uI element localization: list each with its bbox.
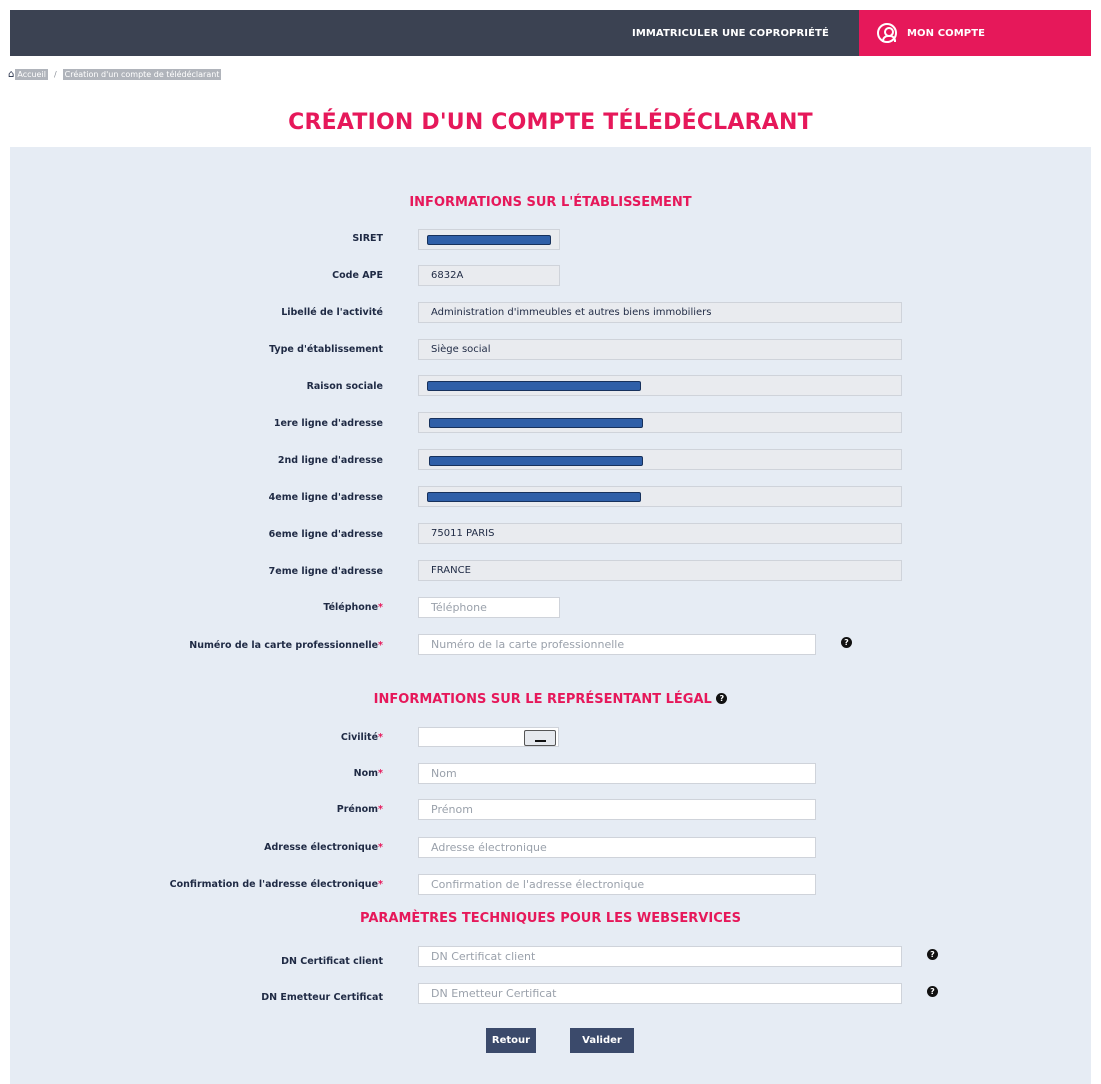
raison-sociale-field (418, 375, 902, 396)
adresse-ligne7-label: 7eme ligne d'adresse (268, 566, 383, 577)
required-mark: * (378, 842, 383, 853)
activite-field: Administration d'immeubles et autres bie… (418, 302, 902, 323)
retour-button[interactable]: Retour (486, 1028, 536, 1053)
raison-sociale-label: Raison sociale (306, 381, 383, 392)
help-icon[interactable]: ? (927, 949, 938, 960)
civilite-select[interactable] (418, 727, 559, 747)
dn-client-label: DN Certificat client (281, 956, 383, 967)
email-confirm-label: Confirmation de l'adresse électronique* (170, 879, 383, 890)
home-icon[interactable]: ⌂ (8, 69, 14, 80)
breadcrumb-current: Création d'un compte de télédéclarant (62, 68, 222, 80)
carte-pro-label: Numéro de la carte professionnelle* (189, 640, 383, 651)
page-title: CRÉATION D'UN COMPTE TÉLÉDÉCLARANT (288, 110, 813, 135)
breadcrumb-separator: / (53, 69, 57, 79)
breadcrumb: ⌂ Accueil / Création d'un compte de télé… (8, 68, 222, 80)
section-title-webservices: PARAMÈTRES TECHNIQUES POUR LES WEBSERVIC… (360, 911, 741, 926)
telephone-label: Téléphone* (323, 602, 383, 613)
required-mark: * (378, 768, 383, 779)
help-icon[interactable]: ? (841, 637, 852, 648)
top-navigation-bar: IMMATRICULER UNE COPROPRIÉTÉ MON COMPTE (10, 10, 1091, 56)
prenom-label: Prénom* (337, 804, 383, 815)
dn-emetteur-label: DN Emetteur Certificat (261, 992, 383, 1003)
dn-emetteur-input[interactable]: DN Emetteur Certificat (418, 983, 902, 1004)
telephone-label-text: Téléphone (323, 602, 379, 613)
nav-immatriculer-link[interactable]: IMMATRICULER UNE COPROPRIÉTÉ (632, 10, 829, 56)
help-icon[interactable]: ? (716, 693, 728, 704)
valider-button[interactable]: Valider (570, 1028, 634, 1053)
nav-account-link[interactable]: MON COMPTE (859, 10, 1091, 56)
adresse-ligne4-label: 4eme ligne d'adresse (268, 492, 383, 503)
nav-account-label: MON COMPTE (907, 27, 986, 39)
civilite-label-text: Civilité (340, 732, 379, 743)
redacted-block (427, 381, 641, 391)
redacted-block (429, 456, 643, 466)
telephone-input[interactable]: Téléphone (418, 597, 560, 618)
required-mark: * (378, 732, 383, 743)
adresse-ligne2-label: 2nd ligne d'adresse (277, 455, 383, 466)
required-mark: * (378, 804, 383, 815)
dropdown-toggle-icon[interactable] (524, 730, 556, 746)
ape-field: 6832A (418, 265, 560, 286)
adresse-ligne6-label: 6eme ligne d'adresse (268, 529, 383, 540)
siret-field (418, 229, 560, 250)
section-title-etablissement: INFORMATIONS SUR L'ÉTABLISSEMENT (409, 195, 692, 210)
adresse-ligne4-field (418, 486, 902, 507)
type-etablissement-label: Type d'établissement (269, 344, 383, 355)
section-title-representant: INFORMATIONS SUR LE REPRÉSENTANT LÉGAL ? (0, 692, 1101, 707)
email-confirm-input[interactable]: Confirmation de l'adresse électronique (418, 874, 816, 895)
required-mark: * (378, 640, 383, 651)
redacted-block (427, 492, 641, 502)
email-label: Adresse électronique* (264, 842, 383, 853)
adresse-ligne6-field: 75011 PARIS (418, 523, 902, 544)
carte-pro-label-text: Numéro de la carte professionnelle (189, 640, 379, 651)
prenom-label-text: Prénom (336, 804, 379, 815)
adresse-ligne1-label: 1ere ligne d'adresse (273, 418, 383, 429)
nom-label: Nom* (354, 768, 383, 779)
activite-label: Libellé de l'activité (281, 307, 383, 318)
user-account-icon (877, 23, 897, 43)
dn-client-input[interactable]: DN Certificat client (418, 946, 902, 967)
ape-label: Code APE (332, 270, 383, 281)
help-icon[interactable]: ? (927, 986, 938, 997)
siret-label: SIRET (352, 233, 383, 244)
section-title-representant-text: INFORMATIONS SUR LE REPRÉSENTANT LÉGAL (373, 692, 712, 707)
breadcrumb-home-link[interactable]: Accueil (15, 68, 48, 80)
redacted-block (429, 418, 643, 428)
carte-pro-input[interactable]: Numéro de la carte professionnelle (418, 634, 816, 655)
adresse-ligne1-field (418, 412, 902, 433)
prenom-input[interactable]: Prénom (418, 799, 816, 820)
redacted-block (427, 235, 551, 245)
required-mark: * (378, 602, 383, 613)
adresse-ligne2-field (418, 449, 902, 470)
civilite-label: Civilité* (341, 732, 383, 743)
nom-label-text: Nom (353, 768, 379, 779)
adresse-ligne7-field: FRANCE (418, 560, 902, 581)
email-label-text: Adresse électronique (264, 842, 379, 853)
nom-input[interactable]: Nom (418, 763, 816, 784)
email-input[interactable]: Adresse électronique (418, 837, 816, 858)
email-confirm-label-text: Confirmation de l'adresse électronique (169, 879, 379, 890)
required-mark: * (378, 879, 383, 890)
type-etablissement-field: Siège social (418, 339, 902, 360)
